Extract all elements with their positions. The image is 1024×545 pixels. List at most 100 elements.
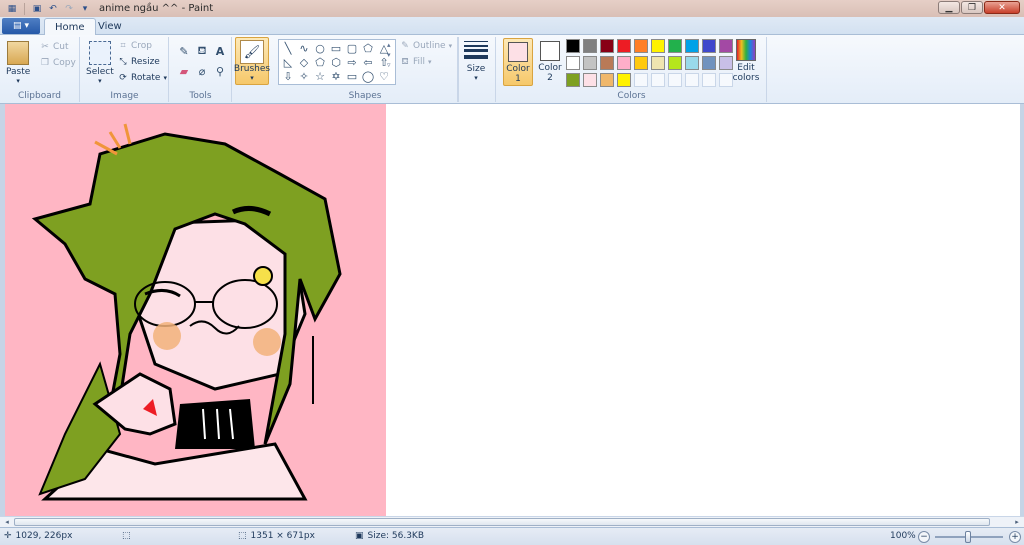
copy-button[interactable]: ❐ Copy xyxy=(40,58,76,68)
resize-button[interactable]: ⤡ Resize xyxy=(118,57,159,67)
edit-colors-button[interactable]: Edit colors xyxy=(731,39,761,83)
select-button[interactable]: Select ▾ xyxy=(86,41,114,85)
tab-view[interactable]: View xyxy=(88,18,132,35)
colors-group-label: Colors xyxy=(617,91,646,101)
color2-button[interactable]: Color 2 xyxy=(535,38,565,86)
palette-swatch[interactable] xyxy=(702,73,716,87)
scroll-down-icon[interactable]: ▾ xyxy=(387,51,391,59)
scroll-up-icon[interactable]: ▴ xyxy=(387,41,391,49)
outline-label: Outline xyxy=(413,41,446,51)
outline-dropdown-icon: ▾ xyxy=(448,42,453,50)
drawing-canvas[interactable] xyxy=(5,104,1020,516)
diamond-shape-icon[interactable]: ◇ xyxy=(297,56,311,69)
palette-swatch[interactable] xyxy=(600,39,614,53)
palette-swatch[interactable] xyxy=(617,56,631,70)
magnifier-icon[interactable]: ⚲ xyxy=(212,63,228,79)
palette-swatch[interactable] xyxy=(617,73,631,87)
scroll-left-icon[interactable]: ◂ xyxy=(1,517,13,527)
tools-group-label: Tools xyxy=(189,91,212,101)
outline-icon: ✎ xyxy=(401,41,409,51)
palette-swatch[interactable] xyxy=(685,39,699,53)
close-button[interactable]: ✕ xyxy=(984,1,1020,14)
pencil-icon[interactable]: ✎ xyxy=(176,43,192,59)
paste-button[interactable]: Paste ▾ xyxy=(6,41,30,85)
eraser-icon[interactable]: ▰ xyxy=(176,63,192,79)
callout-oval-shape-icon[interactable]: ◯ xyxy=(361,70,375,83)
palette-swatch[interactable] xyxy=(634,39,648,53)
pentagon-shape-icon[interactable]: ⬠ xyxy=(313,56,327,69)
callout-rect-shape-icon[interactable]: ▭ xyxy=(345,70,359,83)
dropdown-arrow-icon: ▾ xyxy=(24,21,30,31)
down-arrow-shape-icon[interactable]: ⇩ xyxy=(281,70,295,83)
palette-swatch[interactable] xyxy=(702,39,716,53)
gallery-more-icon[interactable]: ▿ xyxy=(387,61,391,69)
right-triangle-shape-icon[interactable]: ◺ xyxy=(281,56,295,69)
palette-swatch[interactable] xyxy=(651,73,665,87)
shapes-scroll[interactable]: ▴ ▾ ▿ xyxy=(387,41,391,69)
right-arrow-shape-icon[interactable]: ⇨ xyxy=(345,56,359,69)
four-point-star-shape-icon[interactable]: ✧ xyxy=(297,70,311,83)
save-icon[interactable]: ▣ xyxy=(31,3,43,15)
color1-button[interactable]: Color 1 xyxy=(503,38,533,86)
ribbon: Paste ▾ ✂ Cut ❐ Copy Clipboard Select ▾ … xyxy=(0,35,1024,104)
palette-swatch[interactable] xyxy=(702,56,716,70)
horizontal-scrollbar[interactable]: ◂ ▸ xyxy=(0,516,1024,527)
oval-shape-icon[interactable]: ○ xyxy=(313,42,327,55)
minimize-button[interactable]: ▁ xyxy=(938,1,960,14)
maximize-button[interactable]: ❐ xyxy=(961,1,983,14)
palette-swatch[interactable] xyxy=(634,56,648,70)
brushes-button[interactable]: 🖌 Brushes ▾ xyxy=(234,37,270,85)
palette-swatch[interactable] xyxy=(685,73,699,87)
quick-access-toolbar: ▦ ▣ ↶ ↷ ▾ xyxy=(0,2,91,15)
fill-button[interactable]: ⛾ Fill ▾ xyxy=(400,57,431,68)
outline-button[interactable]: ✎ Outline ▾ xyxy=(400,41,452,51)
cut-button[interactable]: ✂ Cut xyxy=(40,42,68,52)
scroll-right-icon[interactable]: ▸ xyxy=(1011,517,1023,527)
paint-menu-button[interactable]: ▤ ▾ xyxy=(2,18,40,34)
canvas-workspace[interactable] xyxy=(0,104,1024,516)
palette-swatch[interactable] xyxy=(600,56,614,70)
zoom-slider-thumb[interactable] xyxy=(965,531,971,543)
brush-icon: 🖌 xyxy=(240,40,264,64)
text-tool-icon[interactable]: A xyxy=(212,43,228,59)
palette-swatch[interactable] xyxy=(685,56,699,70)
left-arrow-shape-icon[interactable]: ⇦ xyxy=(361,56,375,69)
six-point-star-shape-icon[interactable]: ✡ xyxy=(329,70,343,83)
crop-button[interactable]: ⌗ Crop xyxy=(118,41,152,51)
customize-qat-icon[interactable]: ▾ xyxy=(79,3,91,15)
palette-swatch[interactable] xyxy=(651,39,665,53)
five-point-star-shape-icon[interactable]: ☆ xyxy=(313,70,327,83)
palette-swatch[interactable] xyxy=(668,39,682,53)
zoom-out-icon[interactable]: − xyxy=(918,531,930,543)
zoom-in-icon[interactable]: + xyxy=(1009,531,1021,543)
crop-icon: ⌗ xyxy=(120,41,126,51)
palette-swatch[interactable] xyxy=(668,73,682,87)
curve-shape-icon[interactable]: ∿ xyxy=(297,42,311,55)
redo-icon[interactable]: ↷ xyxy=(63,3,75,15)
hexagon-shape-icon[interactable]: ⬡ xyxy=(329,56,343,69)
polygon-shape-icon[interactable]: ⬠ xyxy=(361,42,375,55)
undo-icon[interactable]: ↶ xyxy=(47,3,59,15)
palette-swatch[interactable] xyxy=(600,73,614,87)
rounded-rectangle-shape-icon[interactable]: ▢ xyxy=(345,42,359,55)
palette-swatch[interactable] xyxy=(617,39,631,53)
tools-group: ✎ ⛾ A ▰ ⌀ ⚲ Tools xyxy=(170,37,232,102)
palette-swatch[interactable] xyxy=(583,56,597,70)
color-picker-icon[interactable]: ⌀ xyxy=(194,63,210,79)
palette-swatch[interactable] xyxy=(651,56,665,70)
rectangle-shape-icon[interactable]: ▭ xyxy=(329,42,343,55)
rotate-button[interactable]: ⟳ Rotate ▾ xyxy=(118,73,167,83)
palette-swatch[interactable] xyxy=(566,56,580,70)
palette-swatch[interactable] xyxy=(566,39,580,53)
fill-bucket-icon[interactable]: ⛾ xyxy=(194,43,210,59)
scrollbar-thumb[interactable] xyxy=(14,518,990,526)
palette-swatch[interactable] xyxy=(566,73,580,87)
palette-swatch[interactable] xyxy=(668,56,682,70)
palette-swatch[interactable] xyxy=(634,73,648,87)
drawing-artwork[interactable] xyxy=(5,104,386,516)
heart-shape-icon[interactable]: ♡ xyxy=(377,70,391,83)
palette-swatch[interactable] xyxy=(583,39,597,53)
line-shape-icon[interactable]: ╲ xyxy=(281,42,295,55)
palette-swatch[interactable] xyxy=(583,73,597,87)
status-bar: ✛ 1029, 226px ⬚ ⬚ 1351 × 671px ▣ Size: 5… xyxy=(0,527,1024,545)
